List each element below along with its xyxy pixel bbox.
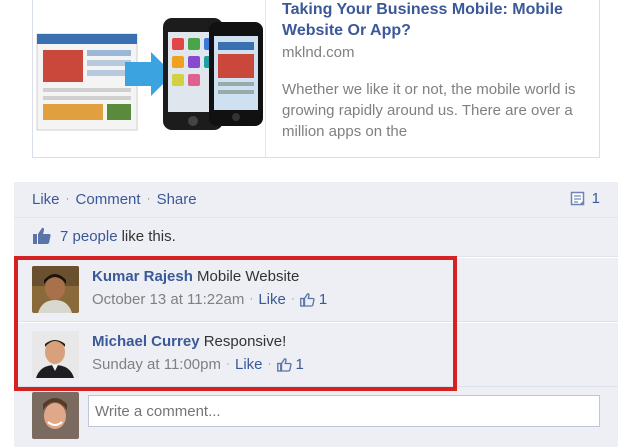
preview-thumbnail[interactable] [33, 0, 266, 157]
like-link[interactable]: Like [32, 191, 60, 208]
likers-link[interactable]: 7 people [60, 228, 118, 245]
comment-text: Responsive! [203, 333, 287, 350]
comment-text: Mobile Website [197, 268, 300, 285]
comment-timestamp[interactable]: October 13 at 11:22am [92, 291, 244, 308]
comment-count[interactable]: 1 [570, 190, 600, 207]
separator-dot: · [65, 191, 70, 205]
comment-like-link[interactable]: Like [258, 291, 286, 308]
like-count-value: 1 [295, 356, 304, 373]
preview-description: Whether we like it or not, the mobile wo… [282, 81, 576, 140]
avatar-image [32, 331, 79, 378]
thumbs-up-icon [33, 227, 51, 244]
avatar-image [32, 266, 79, 313]
comment-input[interactable] [88, 395, 600, 427]
comment-like-count[interactable]: 1 [299, 291, 328, 308]
thumbs-up-icon [276, 357, 292, 372]
avatar[interactable] [32, 331, 79, 378]
comment-author[interactable]: Michael Currey [92, 333, 200, 350]
comment-count-value: 1 [591, 190, 600, 207]
comment-like-count[interactable]: 1 [276, 356, 304, 373]
devices-illustration [36, 18, 263, 131]
separator-dot: · [249, 290, 254, 305]
thumbs-up-icon [299, 292, 315, 307]
share-link[interactable]: Share [157, 191, 197, 208]
divider [14, 217, 618, 218]
preview-title[interactable]: Taking Your Business Mobile: Mobile Webs… [282, 0, 582, 41]
comment-icon [570, 191, 584, 205]
preview-domain: mklnd.com [282, 44, 355, 61]
separator-dot: · [267, 355, 272, 370]
comment-item: Kumar Rajesh Mobile Website October 13 a… [14, 257, 618, 321]
separator-dot: · [225, 355, 230, 370]
separator-dot: · [290, 290, 295, 305]
divider [14, 386, 618, 387]
avatar[interactable] [32, 266, 79, 313]
feedback-section: Like · Comment · Share 1 7 people like this. [14, 182, 618, 447]
comment-like-link[interactable]: Like [235, 356, 263, 373]
avatar-image [32, 392, 79, 439]
comment-link[interactable]: Comment [76, 191, 141, 208]
current-user-avatar[interactable] [32, 392, 79, 439]
likes-suffix: like this. [121, 227, 176, 245]
separator-dot: · [146, 191, 151, 205]
post-actions: Like · Comment · Share [32, 191, 197, 208]
link-preview-card[interactable]: Taking Your Business Mobile: Mobile Webs… [32, 0, 600, 158]
comment-item: Michael Currey Responsive! Sunday at 11:… [14, 322, 618, 386]
like-count-value: 1 [318, 291, 328, 308]
likes-summary: 7 people like this. [32, 227, 176, 245]
comment-author[interactable]: Kumar Rajesh [92, 268, 193, 285]
comment-timestamp[interactable]: Sunday at 11:00pm [92, 356, 221, 373]
